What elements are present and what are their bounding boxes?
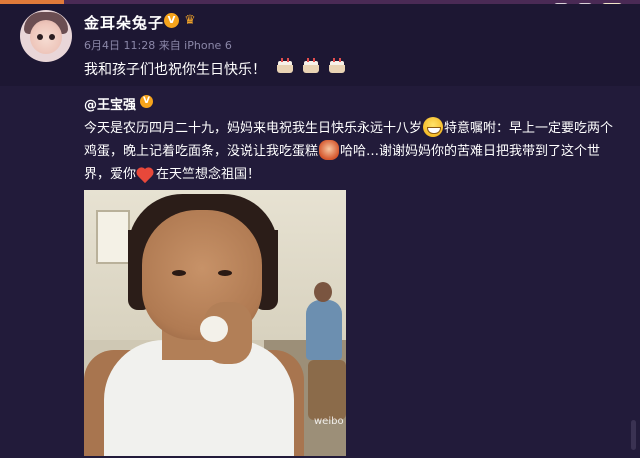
cake-emoji-icon (319, 140, 340, 160)
author-name[interactable]: 金耳朵兔子 (84, 12, 164, 33)
post-meta[interactable]: 6月4日 11:28 来自 iPhone 6 (84, 37, 232, 53)
photo-egg (200, 316, 228, 342)
repost-text: 今天是农历四月二十九，妈妈来电祝我生日快乐永远十八岁 特意嘱咐：早上一定要吃两个鸡… (84, 117, 624, 186)
verified-v-badge[interactable]: V (140, 95, 153, 108)
photo-eye (218, 270, 232, 276)
verified-v-badge[interactable]: V (164, 13, 179, 28)
crown-badge[interactable]: ♛ (181, 13, 199, 28)
repost-text-part: 在天竺想念祖国！ (156, 167, 261, 182)
cake-icon (302, 58, 320, 74)
cake-icon (276, 58, 294, 74)
photo-window (96, 210, 130, 264)
heart-emoji-icon (137, 167, 155, 183)
avatar-eye (37, 34, 43, 40)
photo-chair (308, 360, 346, 420)
weibo-watermark: weibo (314, 416, 344, 427)
scrollbar[interactable] (631, 420, 636, 450)
photo-eye (172, 270, 186, 276)
repost-text-part: 今天是农历四月二十九，妈妈来电祝我生日快乐永远十八岁 (84, 121, 423, 136)
photo-background-person (306, 282, 342, 360)
avatar-face (30, 20, 62, 54)
cake-emoji-group (276, 58, 349, 78)
avatar-eye (49, 34, 55, 40)
post-text: 我和孩子们也祝你生日快乐！ (84, 62, 266, 78)
avatar[interactable] (20, 10, 72, 62)
cake-icon (328, 58, 346, 74)
repost-card: @王宝强 V 今天是农历四月二十九，妈妈来电祝我生日快乐永远十八岁 特意嘱咐：早上… (0, 86, 640, 458)
post-card: 金耳朵兔子 V ♛ 6月4日 11:28 来自 iPhone 6 我和孩子们也祝… (0, 4, 640, 86)
repost-photo[interactable] (84, 190, 346, 456)
grin-emoji-icon (423, 117, 444, 137)
repost-author-name[interactable]: @王宝强 (84, 94, 136, 113)
